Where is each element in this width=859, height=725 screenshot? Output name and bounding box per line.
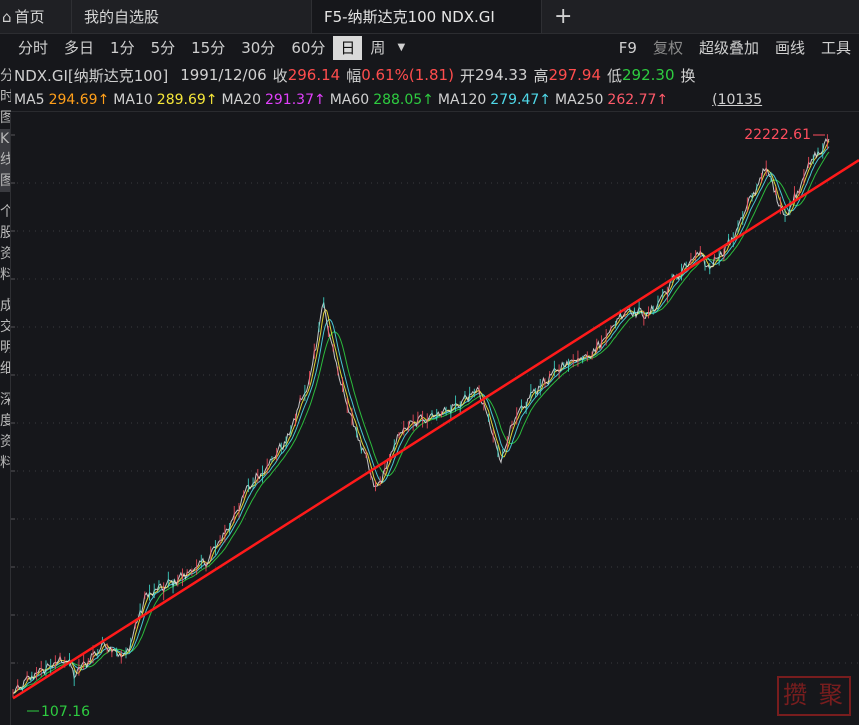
open-value: 294.33 [474, 66, 528, 84]
trend-line [12, 159, 859, 700]
add-tab-button[interactable]: + [542, 0, 584, 33]
side-tab-char[interactable]: 分 [0, 66, 11, 87]
ma20-label: MA20 [221, 91, 261, 108]
period-toolbar: 分时 多日 1分 5分 15分 30分 60分 日 周 ▼ F9 复权 超级叠加… [0, 34, 859, 62]
quote-date: 1991/12/06 [180, 66, 267, 84]
f9-button[interactable]: F9 [611, 36, 645, 60]
ma120-value: 279.47↑ [490, 91, 552, 108]
period-day[interactable]: 日 [333, 36, 363, 60]
min-price-label: 107.16 [41, 704, 90, 720]
open-label: 开 [459, 66, 475, 85]
overlay-button[interactable]: 超级叠加 [691, 36, 767, 60]
stock-code: NDX.GI[纳斯达克100] [14, 66, 169, 85]
ma5-value: 294.69↑ [48, 91, 110, 108]
ma60-label: MA60 [329, 91, 370, 108]
period-more-dropdown[interactable]: ▼ [393, 36, 409, 60]
ma5-label: MA5 [14, 91, 45, 108]
period-15min[interactable]: 15分 [183, 36, 233, 60]
tab-ndx[interactable]: F5-纳斯达克100 NDX.GI [312, 0, 542, 33]
period-30min[interactable]: 30分 [233, 36, 283, 60]
period-60min[interactable]: 60分 [283, 36, 333, 60]
period-1min[interactable]: 1分 [102, 36, 143, 60]
tab-watchlist-label: 我的自选股 [84, 8, 160, 26]
low-value: 292.30 [622, 66, 675, 84]
price-line [12, 137, 830, 694]
turnover-label: 换 [680, 66, 696, 85]
tab-home-label: 首页 [14, 8, 45, 26]
tools-button[interactable]: 工具 [813, 36, 859, 60]
period-week[interactable]: 周 [362, 36, 393, 60]
close-label: 收 [272, 66, 288, 85]
side-tab-char[interactable]: 时 [0, 87, 11, 108]
high-value: 297.94 [548, 66, 602, 84]
ma10-label: MA10 [113, 91, 153, 108]
tab-watchlist[interactable]: 我的自选股 [72, 0, 312, 33]
ma-fast-line [12, 140, 830, 694]
change-value: 0.61%(1.81) [361, 66, 454, 84]
ma10-value: 289.69↑ [156, 91, 218, 108]
period-intraday[interactable]: 分时 [0, 36, 56, 60]
period-5min[interactable]: 5分 [143, 36, 184, 60]
ma-row: MA5 294.69↑ MA10 289.69↑ MA20 291.37↑ MA… [0, 88, 859, 112]
adjust-button[interactable]: 复权 [645, 36, 691, 60]
change-label: 幅 [346, 66, 362, 85]
plus-icon: + [554, 4, 573, 29]
home-icon: ⌂ [2, 7, 12, 26]
high-label: 高 [533, 66, 549, 85]
tab-home[interactable]: ⌂ 首页 [0, 0, 72, 33]
tab-bar: ⌂ 首页 我的自选股 F5-纳斯达克100 NDX.GI + [0, 0, 859, 34]
max-price-label: 22222.61 [744, 127, 811, 143]
close-value: 296.14 [287, 66, 341, 84]
quote-info-row: NDX.GI[纳斯达克100] 1991/12/06 收 296.14 幅 0.… [0, 62, 859, 88]
watermark-seal: 攒 聚 [777, 676, 851, 716]
tab-ndx-label: F5-纳斯达克100 NDX.GI [324, 8, 495, 26]
low-label: 低 [607, 66, 623, 85]
toolbar-spacer [409, 36, 611, 60]
ma60-value: 288.05↑ [373, 91, 434, 108]
ma-slow-line [12, 151, 830, 694]
ma250-value: 262.77↑ [607, 91, 669, 108]
volume-value: (10135 [712, 91, 763, 108]
ma250-label: MA250 [555, 91, 604, 108]
price-chart[interactable]: 22222.61 107.16 [11, 113, 859, 725]
ma20-value: 291.37↑ [264, 91, 326, 108]
draw-line-button[interactable]: 画线 [767, 36, 813, 60]
period-multiday[interactable]: 多日 [56, 36, 102, 60]
ma120-label: MA120 [437, 91, 487, 108]
